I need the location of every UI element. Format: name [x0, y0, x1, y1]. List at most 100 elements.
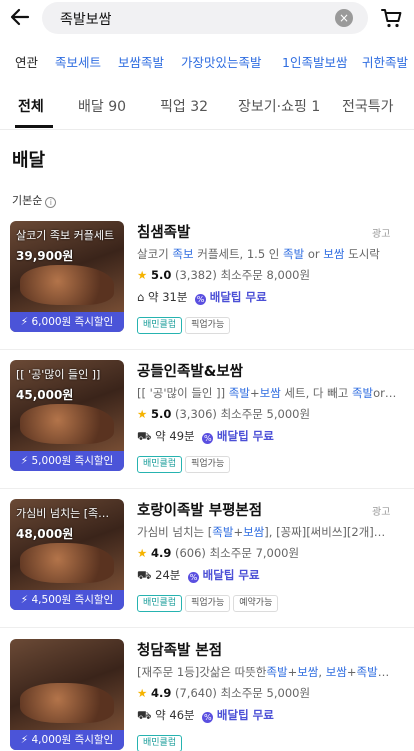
store-card[interactable]: 살코기 족보 커플세트 39,900원 ⚡ 6,000원 즉시할인 침샘족발 광…	[0, 221, 414, 339]
desc-part: or	[304, 247, 324, 261]
badges: 배민클럽 픽업가능	[137, 312, 233, 334]
service-badge: 픽업가능	[185, 595, 231, 612]
store-thumbnail[interactable]: ⚡ 4,000원 즉시할인	[10, 639, 124, 750]
desc-part: or…	[373, 386, 397, 400]
active-tab-indicator	[15, 125, 53, 128]
store-thumbnail[interactable]: 가심비 넘치는 [족… 48,000원 ⚡ 4,500원 즉시할인	[10, 499, 124, 610]
desc-part: 커플세트, 1.5 인	[193, 247, 284, 261]
service-badge: 예약가능	[233, 595, 279, 612]
desc-part: ,	[318, 665, 326, 679]
eta-value: 49분	[169, 429, 195, 443]
desc-part: +	[287, 665, 298, 679]
delivery-tip: 배달팁 무료	[216, 708, 274, 722]
tab-delivery[interactable]: 배달 90	[78, 96, 126, 116]
store-description: 가심비 넘치는 [족발+보쌈], [꽁짜][써비쓰][2개]…	[137, 524, 409, 540]
discount-text: 4,500원 즉시할인	[31, 594, 114, 606]
motorbike-icon: ⛟	[137, 429, 152, 443]
eta-prefix: 약	[147, 290, 159, 304]
rating-value: 5.0	[150, 268, 172, 282]
desc-part: 족발	[356, 665, 378, 679]
rating-row: ★ 5.0 (3,382) 최소주문 8,000원	[137, 267, 310, 283]
delivery-row: ⛟ 약 49분 % 배달팁 무료	[137, 428, 274, 445]
star-icon: ★	[137, 407, 148, 421]
desc-part: 보쌈	[259, 386, 281, 400]
tab-shopping[interactable]: 장보기·쇼핑 1	[238, 96, 320, 116]
tab-pickup[interactable]: 픽업 32	[160, 96, 208, 116]
desc-part: 족발	[228, 386, 250, 400]
review-count: (606)	[175, 546, 206, 560]
cart-icon[interactable]	[380, 6, 404, 30]
thumbnail-price: 48,000원	[16, 527, 74, 541]
desc-part: …	[377, 665, 390, 679]
related-keyword[interactable]: 1인족발보쌈	[282, 52, 347, 71]
desc-part: ], [꽁짜][써비쓰][2개]…	[264, 525, 386, 539]
desc-part: [재주문 1등]갓삶은 따뜻한	[137, 665, 267, 679]
tip-icon: %	[195, 294, 207, 305]
store-name[interactable]: 공들인족발&보쌈	[137, 360, 243, 381]
discount-text: 6,000원 즉시할인	[31, 316, 114, 328]
sort-selector[interactable]: 기본순 i	[12, 192, 57, 208]
desc-part: +	[346, 665, 357, 679]
related-keyword[interactable]: 보쌈족발	[118, 52, 164, 71]
min-order-label: 최소주문	[220, 686, 263, 700]
review-count: (7,640)	[175, 686, 217, 700]
tab-all[interactable]: 전체	[18, 96, 44, 116]
star-icon: ★	[137, 268, 148, 282]
store-name[interactable]: 침샘족발	[137, 221, 190, 242]
discount-text: 4,000원 즉시할인	[31, 734, 114, 746]
discount-text: 5,000원 즉시할인	[31, 455, 114, 467]
delivery-row: ⛟ 24분 % 배달팁 무료	[137, 567, 260, 584]
service-badge: 픽업가능	[185, 317, 231, 334]
min-order-value: 5,000원	[266, 407, 311, 421]
store-card[interactable]: 가심비 넘치는 [족… 48,000원 ⚡ 4,500원 즉시할인 호랑이족발 …	[0, 499, 414, 617]
service-badge: 픽업가능	[185, 456, 231, 473]
store-name[interactable]: 청담족발 본점	[137, 639, 222, 660]
related-keyword[interactable]: 족보세트	[55, 52, 101, 71]
home-icon: ⌂	[137, 290, 145, 304]
store-name[interactable]: 호랑이족발 부평본점	[137, 499, 262, 520]
tab-nationwide-deals[interactable]: 전국특가	[342, 96, 394, 116]
delivery-tip: 배달팁 무료	[209, 290, 267, 304]
store-card[interactable]: [[ '공'많이 들인 ]] 45,000원 ⚡ 5,000원 즉시할인 공들인…	[0, 360, 414, 478]
clear-icon[interactable]: ×	[335, 9, 353, 27]
ad-label: 광고	[372, 229, 391, 240]
star-icon: ★	[137, 686, 148, 700]
related-label: 연관	[15, 55, 39, 70]
motorbike-icon: ⛟	[137, 568, 152, 582]
thumbnail-caption: 가심비 넘치는 [족…	[16, 507, 110, 520]
sort-label: 기본순	[12, 194, 43, 207]
desc-part: 보쌈	[297, 665, 319, 679]
min-order-value: 7,000원	[255, 546, 300, 560]
store-description: [[ '공'많이 들인 ]] 족발+보쌈 세트, 다 빼고 족발or…	[137, 385, 409, 401]
lightning-icon: ⚡	[20, 734, 29, 746]
related-keyword[interactable]: 귀한족발	[362, 52, 408, 71]
delivery-tip: 배달팁 무료	[202, 568, 260, 582]
search-input[interactable]: 족발보쌈 ×	[42, 2, 368, 34]
store-card[interactable]: ⚡ 4,000원 즉시할인 청담족발 본점 [재주문 1등]갓삶은 따뜻한족발+…	[0, 639, 414, 751]
lightning-icon: ⚡	[20, 594, 29, 606]
arrow-left-icon[interactable]	[8, 5, 32, 29]
related-keyword[interactable]: 가장맛있는족발	[181, 52, 262, 71]
section-title: 배달	[12, 150, 46, 171]
thumbnail-price: 39,900원	[16, 249, 74, 263]
delivery-row: ⛟ 약 46분 % 배달팁 무료	[137, 707, 274, 724]
store-thumbnail[interactable]: 살코기 족보 커플세트 39,900원 ⚡ 6,000원 즉시할인	[10, 221, 124, 332]
desc-part: 가심비 넘치는 [	[137, 525, 213, 539]
rating-row: ★ 4.9 (7,640) 최소주문 5,000원	[137, 685, 310, 701]
desc-part: 족발	[351, 386, 374, 400]
ad-label: 광고	[372, 507, 391, 518]
store-thumbnail[interactable]: [[ '공'많이 들인 ]] 45,000원 ⚡ 5,000원 즉시할인	[10, 360, 124, 471]
discount-banner: ⚡ 5,000원 즉시할인	[10, 451, 124, 471]
thumbnail-price: 45,000원	[16, 388, 74, 402]
divider	[0, 627, 414, 628]
lightning-icon: ⚡	[20, 455, 29, 467]
info-icon[interactable]: i	[45, 197, 57, 208]
delivery-tip: 배달팁 무료	[216, 429, 274, 443]
rating-value: 4.9	[150, 546, 172, 560]
desc-part: 보쌈	[325, 665, 347, 679]
badges: 배민클럽 픽업가능	[137, 451, 233, 473]
top-bar: 족발보쌈 ×	[0, 0, 414, 38]
desc-part: 족발	[212, 525, 234, 539]
divider	[0, 488, 414, 489]
thumbnail-caption: [[ '공'많이 들인 ]]	[16, 368, 101, 381]
